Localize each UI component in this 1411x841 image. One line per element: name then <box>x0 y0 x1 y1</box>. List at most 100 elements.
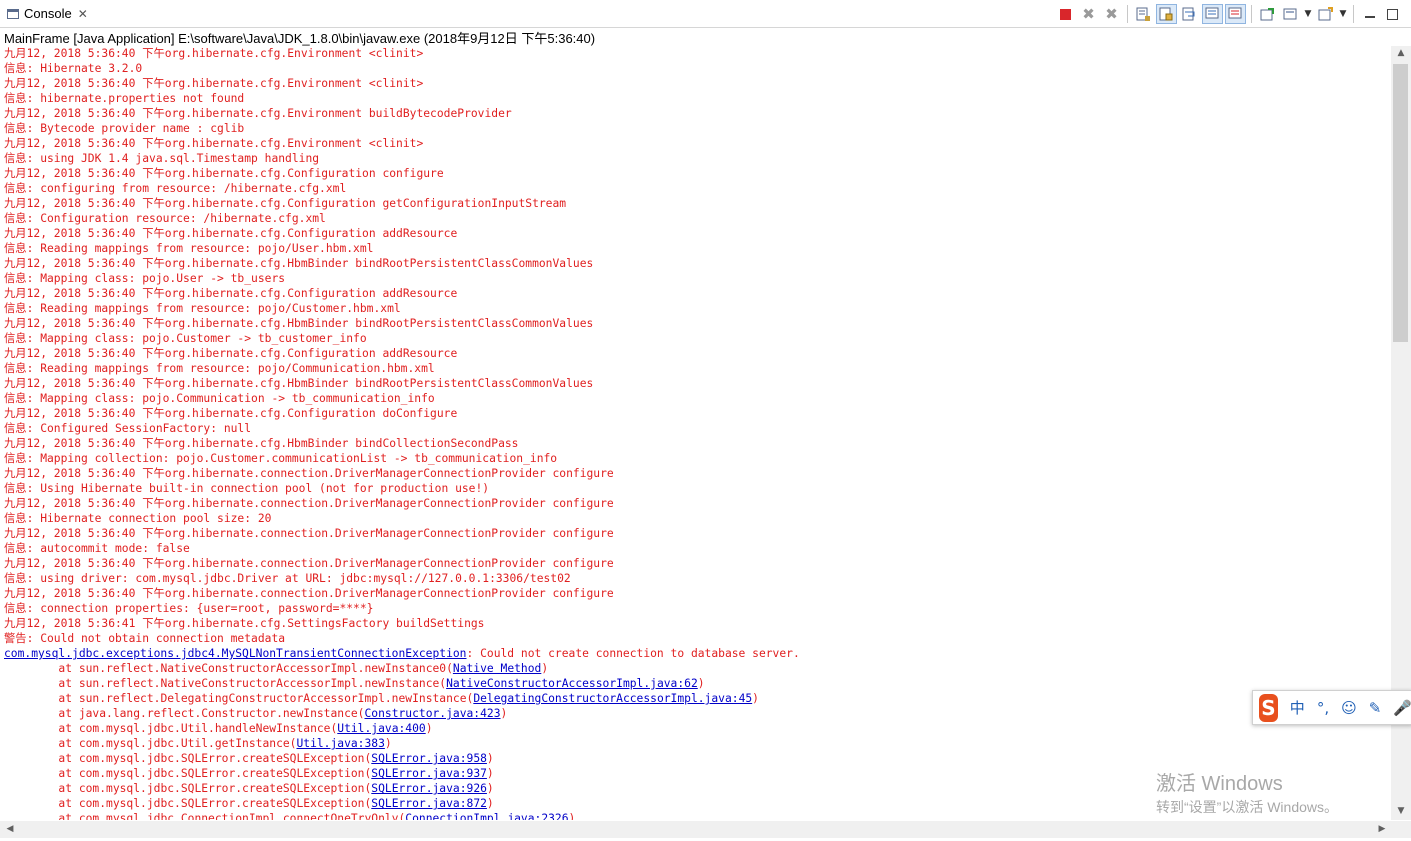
console-line: 九月12, 2018 5:36:40 下午org.hibernate.conne… <box>4 556 1391 571</box>
scroll-left-icon[interactable]: ◀ <box>0 824 20 834</box>
ime-toolbar[interactable]: S 中 °, ☺ ✎ 🎤 <box>1252 690 1411 725</box>
exception-class-link[interactable]: com.mysql.jdbc.exceptions.jdbc4.MySQLNon… <box>4 647 467 660</box>
log-text: 信息: Hibernate connection pool size: 20 <box>4 512 272 525</box>
stack-frame-text: at com.mysql.jdbc.Util.handleNewInstance… <box>4 722 338 735</box>
stack-frame-text: at com.mysql.jdbc.Util.getInstance( <box>4 737 297 750</box>
tab-console[interactable]: Console ✕ <box>0 0 100 27</box>
stack-frame-source-link[interactable]: SQLError.java:937 <box>371 767 487 780</box>
scroll-up-icon[interactable]: ▲ <box>1391 48 1411 58</box>
log-text: 信息: Configuration resource: /hibernate.c… <box>4 212 326 225</box>
open-console-button[interactable] <box>1315 4 1336 24</box>
console-line: 九月12, 2018 5:36:41 下午org.hibernate.cfg.S… <box>4 616 1391 631</box>
console-line: 信息: Configuration resource: /hibernate.c… <box>4 211 1391 226</box>
stack-frame-source-link[interactable]: NativeConstructorAccessorImpl.java:62 <box>446 677 698 690</box>
console-line: 信息: using driver: com.mysql.jdbc.Driver … <box>4 571 1391 586</box>
console-line: at sun.reflect.NativeConstructorAccessor… <box>4 661 1391 676</box>
pin-console-button[interactable] <box>1257 4 1278 24</box>
log-text: 信息: hibernate.properties not found <box>4 92 245 105</box>
toolbar-separator <box>1353 5 1354 23</box>
console-view-tabbar: Console ✕ ✖ ✖ ▼ ▼ <box>0 0 1411 28</box>
stack-frame-source-link[interactable]: DelegatingConstructorAccessorImpl.java:4… <box>473 692 752 705</box>
log-text: 九月12, 2018 5:36:40 下午org.hibernate.cfg.E… <box>4 47 424 60</box>
console-line: 九月12, 2018 5:36:40 下午org.hibernate.cfg.C… <box>4 166 1391 181</box>
ime-chinese-mode[interactable]: 中 <box>1290 697 1305 718</box>
vertical-scroll-thumb[interactable] <box>1393 64 1408 342</box>
ime-voice-icon[interactable]: 🎤 <box>1393 699 1411 717</box>
log-text: 九月12, 2018 5:36:40 下午org.hibernate.cfg.C… <box>4 287 458 300</box>
console-line: at sun.reflect.NativeConstructorAccessor… <box>4 676 1391 691</box>
exception-message: : Could not create connection to databas… <box>466 647 800 660</box>
stack-frame-suffix: ) <box>486 797 494 810</box>
log-text: 九月12, 2018 5:36:40 下午org.hibernate.cfg.E… <box>4 137 424 150</box>
terminate-button[interactable] <box>1055 4 1076 24</box>
open-console-dropdown-icon[interactable]: ▼ <box>1338 9 1348 19</box>
console-line: 信息: Bytecode provider name : cglib <box>4 121 1391 136</box>
console-output[interactable]: 九月12, 2018 5:36:40 下午org.hibernate.cfg.E… <box>0 46 1391 820</box>
remove-launch-icon: ✖ <box>1082 5 1095 23</box>
minimize-icon <box>1364 16 1375 18</box>
remove-all-terminated-button[interactable]: ✖ <box>1101 4 1122 24</box>
sogou-logo-icon[interactable]: S <box>1259 693 1278 722</box>
word-wrap-button[interactable] <box>1179 4 1200 24</box>
stack-frame-source-link[interactable]: SQLError.java:958 <box>371 752 487 765</box>
console-line: 九月12, 2018 5:36:40 下午org.hibernate.cfg.E… <box>4 136 1391 151</box>
log-text: 九月12, 2018 5:36:40 下午org.hibernate.conne… <box>4 587 614 600</box>
ime-handwriting-icon[interactable]: ✎ <box>1369 699 1382 717</box>
scroll-down-icon[interactable]: ▼ <box>1391 806 1411 816</box>
display-selected-console-icon <box>1283 8 1297 19</box>
console-line: at com.mysql.jdbc.Util.handleNewInstance… <box>4 721 1391 736</box>
clear-console-button[interactable] <box>1133 4 1154 24</box>
console-line: at com.mysql.jdbc.Util.getInstance(Util.… <box>4 736 1391 751</box>
log-text: 信息: Reading mappings from resource: pojo… <box>4 362 435 375</box>
console-line: 信息: Reading mappings from resource: pojo… <box>4 241 1391 256</box>
scroll-right-icon[interactable]: ▶ <box>1372 824 1392 834</box>
console-line: 信息: connection properties: {user=root, p… <box>4 601 1391 616</box>
console-line: 九月12, 2018 5:36:40 下午org.hibernate.cfg.C… <box>4 226 1391 241</box>
stack-frame-source-link[interactable]: SQLError.java:926 <box>371 782 487 795</box>
stack-frame-text: at sun.reflect.NativeConstructorAccessor… <box>4 662 453 675</box>
ime-emoji-icon[interactable]: ☺ <box>1341 699 1357 717</box>
stack-frame-source-link[interactable]: Util.java:400 <box>337 722 425 735</box>
console-line: 信息: Mapping class: pojo.Customer -> tb_c… <box>4 331 1391 346</box>
log-text: 信息: configuring from resource: /hibernat… <box>4 182 347 195</box>
stack-frame-text: at java.lang.reflect.Constructor.newInst… <box>4 707 365 720</box>
show-on-stderr-button[interactable] <box>1225 4 1246 24</box>
scroll-lock-button[interactable] <box>1156 4 1177 24</box>
show-on-stdout-button[interactable] <box>1202 4 1223 24</box>
log-text: 九月12, 2018 5:36:40 下午org.hibernate.cfg.C… <box>4 197 567 210</box>
log-text: 信息: using JDK 1.4 java.sql.Timestamp han… <box>4 152 320 165</box>
minimize-button[interactable] <box>1359 4 1380 24</box>
stack-frame-suffix: ) <box>425 722 433 735</box>
stack-frame-text: at sun.reflect.DelegatingConstructorAcce… <box>4 692 474 705</box>
toolbar-separator <box>1251 5 1252 23</box>
ime-punctuation-icon[interactable]: °, <box>1317 699 1329 717</box>
stack-frame-source-link[interactable]: ConnectionImpl.java:2326 <box>405 812 568 820</box>
log-text: 九月12, 2018 5:36:40 下午org.hibernate.conne… <box>4 467 614 480</box>
remove-launch-button[interactable]: ✖ <box>1078 4 1099 24</box>
horizontal-scrollbar[interactable]: ◀ ▶ <box>0 821 1391 838</box>
stack-frame-suffix: ) <box>486 767 494 780</box>
log-text: 信息: autocommit mode: false <box>4 542 190 555</box>
log-text: 信息: Mapping class: pojo.Communication ->… <box>4 392 435 405</box>
stack-frame-source-link[interactable]: Util.java:383 <box>296 737 384 750</box>
close-tab-icon[interactable]: ✕ <box>78 7 88 21</box>
log-text: 信息: Hibernate 3.2.0 <box>4 62 143 75</box>
log-text: 信息: Mapping class: pojo.Customer -> tb_c… <box>4 332 367 345</box>
process-description: MainFrame [Java Application] E:\software… <box>4 31 596 46</box>
stack-frame-source-link[interactable]: SQLError.java:872 <box>371 797 487 810</box>
stack-frame-source-link[interactable]: Constructor.java:423 <box>364 707 500 720</box>
stack-frame-source-link[interactable]: Native Method <box>453 662 541 675</box>
log-text: 九月12, 2018 5:36:40 下午org.hibernate.cfg.E… <box>4 107 512 120</box>
stack-frame-text: at com.mysql.jdbc.SQLError.createSQLExce… <box>4 797 372 810</box>
log-text: 九月12, 2018 5:36:40 下午org.hibernate.cfg.H… <box>4 437 519 450</box>
console-line: com.mysql.jdbc.exceptions.jdbc4.MySQLNon… <box>4 646 1391 661</box>
pin-console-icon <box>1260 7 1274 20</box>
console-line: 九月12, 2018 5:36:40 下午org.hibernate.cfg.H… <box>4 376 1391 391</box>
log-text: 九月12, 2018 5:36:40 下午org.hibernate.conne… <box>4 557 614 570</box>
terminate-icon <box>1060 8 1071 20</box>
display-console-dropdown-icon[interactable]: ▼ <box>1303 9 1313 19</box>
toolbar-separator <box>1127 5 1128 23</box>
display-selected-console-button[interactable] <box>1280 4 1301 24</box>
log-text: 信息: Mapping class: pojo.User -> tb_users <box>4 272 286 285</box>
maximize-button[interactable] <box>1382 4 1403 24</box>
